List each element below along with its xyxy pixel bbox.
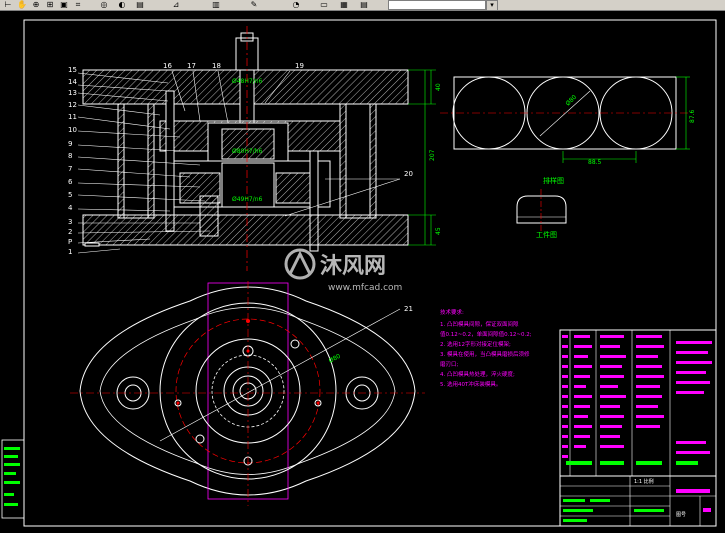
strip-dim-height: 87.6 xyxy=(689,109,696,123)
zoom-window-icon[interactable]: ⊕ xyxy=(30,0,42,9)
part-num-18: 18 xyxy=(212,62,221,70)
design-center-icon[interactable]: ⌗ xyxy=(72,0,84,9)
watermark-brand: 沐风网 xyxy=(320,254,386,279)
watermark-logo-icon xyxy=(284,248,316,280)
parts-list xyxy=(559,329,717,477)
cad-drawing: 15 14 13 12 11 10 9 8 7 6 5 4 3 2 P 1 16… xyxy=(1,19,717,527)
part-num-15: 15 xyxy=(68,66,77,74)
part-num-19: 19 xyxy=(295,62,304,70)
dim-shaft: Ø48H7/n6 xyxy=(232,78,263,85)
watermark-url: www.mfcad.com xyxy=(328,283,402,293)
sheet-set-icon[interactable]: ◐ xyxy=(116,0,128,9)
part-num-12: 12 xyxy=(68,101,77,109)
plan-dim-dia: Ø80 xyxy=(328,353,342,365)
chevron-down-icon[interactable]: ▾ xyxy=(486,0,498,11)
workpiece-view: 工件图 xyxy=(516,189,567,239)
title-block: 1:1 比例 图号 xyxy=(559,475,717,527)
tech-note-7: 5. 选用40T冲床装模具。 xyxy=(440,380,501,388)
table-icon[interactable]: ▤ xyxy=(358,0,370,9)
part-num-p: P xyxy=(68,238,72,246)
strip-dim-width: 88.5 xyxy=(588,159,602,166)
calc-icon[interactable]: ⊿ xyxy=(170,0,182,9)
part-num-9: 9 xyxy=(68,140,72,148)
part-num-11: 11 xyxy=(68,113,77,121)
part-num-14: 14 xyxy=(68,78,77,86)
part-num-17: 17 xyxy=(187,62,196,70)
part-num-10: 10 xyxy=(68,126,77,134)
part-num-16: 16 xyxy=(163,62,172,70)
tech-note-4: 3. 模具在使用，当凸模具磨损后须修 xyxy=(440,350,530,358)
properties-icon[interactable]: ▣ xyxy=(58,0,70,9)
tech-note-5: 磨刃口; xyxy=(440,360,459,368)
callout-20: 20 xyxy=(404,170,413,178)
markup-icon[interactable]: ▤ xyxy=(134,0,146,9)
layer-combo[interactable] xyxy=(388,0,486,10)
strip-layout: 88.5 87.6 Ø80 排样图 xyxy=(440,76,696,185)
toolbar: ⊢ ✋ ⊕ ⊞ ▣ ⌗ ◎ ◐ ▤ ⊿ ▥ ✎ ◔ ▭ ▦ ▤ ▾ xyxy=(0,0,725,11)
part-num-4: 4 xyxy=(68,204,73,212)
part-num-8: 8 xyxy=(68,152,72,160)
part-num-6: 6 xyxy=(68,178,73,186)
dim-right-207: 207 xyxy=(429,149,436,161)
tool-palettes-icon[interactable]: ◎ xyxy=(98,0,110,9)
part-num-5: 5 xyxy=(68,191,72,199)
title-block-drawing-no: 图号 xyxy=(676,512,686,518)
strip-dim-dia: Ø80 xyxy=(564,94,578,108)
insert-icon[interactable]: ▦ xyxy=(338,0,350,9)
block-icon[interactable]: ▭ xyxy=(318,0,330,9)
strip-label: 排样图 xyxy=(543,176,564,185)
tech-note-1: 1. 凸凹模具间隙，保证双面间隙 xyxy=(440,320,519,328)
dim-right-40: 40 xyxy=(435,83,442,91)
tech-note-2: 值0.12~0.2，单面间隙值0.12~0.2; xyxy=(440,330,532,338)
title-block-scale: 1:1 比例 xyxy=(634,478,654,485)
match-properties-icon[interactable]: ✎ xyxy=(248,0,260,9)
layer-icon[interactable]: ▥ xyxy=(210,0,222,9)
part-num-13: 13 xyxy=(68,89,77,97)
side-stamp-box xyxy=(1,439,25,519)
undo-icon[interactable]: ◔ xyxy=(290,0,302,9)
tech-note-3: 2. 选用12字形对接定位模架; xyxy=(440,340,511,348)
watermark: 沐风网 www.mfcad.com xyxy=(284,248,402,293)
callout-21: 21 xyxy=(404,305,413,313)
drawing-canvas[interactable]: 15 14 13 12 11 10 9 8 7 6 5 4 3 2 P 1 16… xyxy=(0,11,725,533)
part-num-1: 1 xyxy=(68,248,72,256)
zoom-previous-icon[interactable]: ⊞ xyxy=(44,0,56,9)
part-num-3: 3 xyxy=(68,218,72,226)
workpiece-label: 工件图 xyxy=(536,230,557,239)
part-num-7: 7 xyxy=(68,165,72,173)
tech-notes: 技术要求: 1. 凸凹模具间隙，保证双面间隙 值0.12~0.2，单面间隙值0.… xyxy=(440,308,532,388)
zoom-realtime-icon[interactable]: ✋ xyxy=(16,0,28,9)
plan-view: Ø80 xyxy=(70,281,425,506)
dim-right-45: 45 xyxy=(435,227,442,235)
dim-die: Ø49H7/n6 xyxy=(232,196,263,203)
side-stamp-bars xyxy=(4,447,20,506)
part-num-2: 2 xyxy=(68,228,72,236)
dim-punch: Ø80H7/h6 xyxy=(232,148,263,155)
pan-icon[interactable]: ⊢ xyxy=(2,0,14,9)
tech-note-6: 4. 凸凹模具热处理，淬火硬度; xyxy=(440,370,515,378)
tech-notes-title: 技术要求: xyxy=(440,308,464,316)
